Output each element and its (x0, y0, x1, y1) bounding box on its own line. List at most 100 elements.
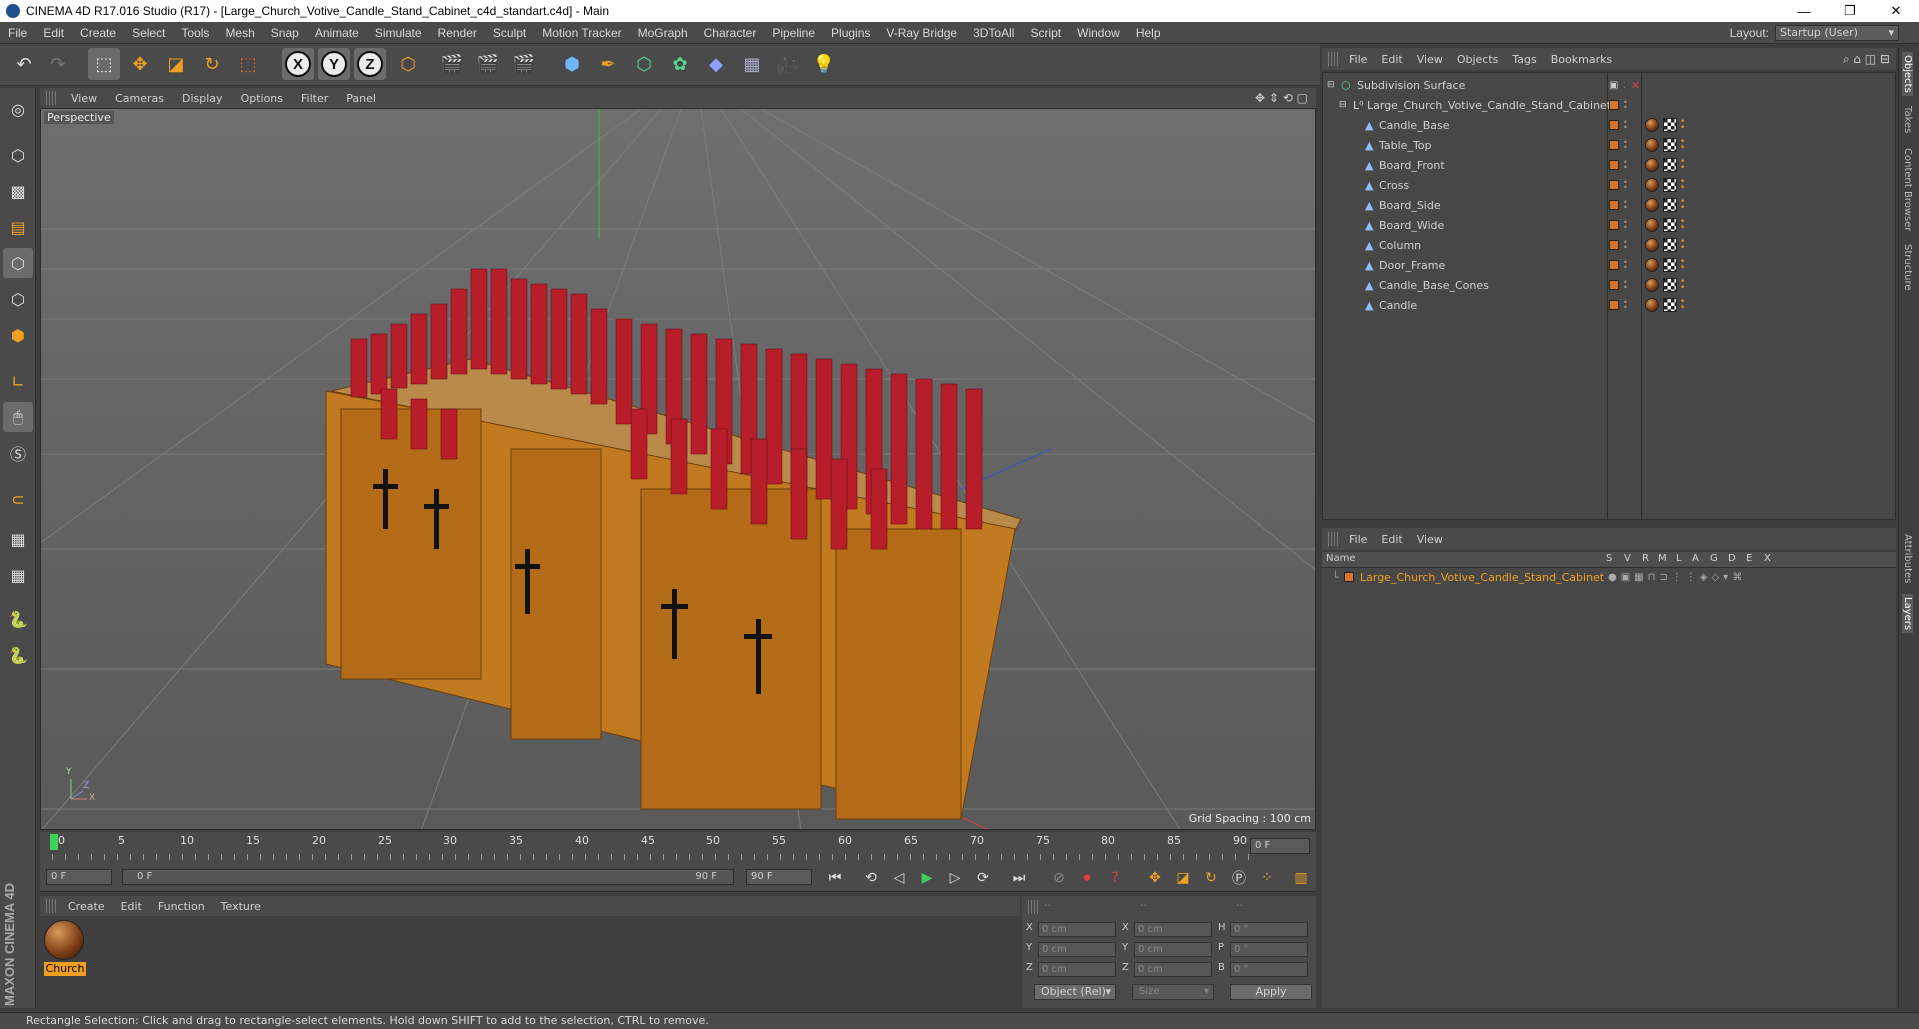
selection-tag-icon[interactable]: • • (1680, 118, 1690, 133)
uvw-tag-icon[interactable] (1663, 218, 1677, 232)
undo-button[interactable]: ↶ (8, 48, 40, 80)
visibility-dots-icon[interactable]: ⁚ (1623, 81, 1626, 90)
menu-tools[interactable]: Tools (173, 26, 217, 40)
key-pla-button[interactable]: ⁘ (1256, 867, 1278, 889)
layer-color-swatch[interactable] (1609, 160, 1619, 170)
tweak-mode-button[interactable]: 🖱 (3, 402, 33, 432)
y-axis-button[interactable]: Y (318, 48, 350, 80)
go-to-start-button[interactable]: ⏮ (824, 867, 846, 889)
uvw-tag-icon[interactable] (1663, 158, 1677, 172)
viewport-menu-view[interactable]: View (62, 92, 106, 105)
menu-character[interactable]: Character (696, 26, 765, 40)
menu-3dtoall[interactable]: 3DToAll (965, 26, 1022, 40)
material-menu-texture[interactable]: Texture (213, 900, 269, 913)
play-button[interactable]: ▶ (916, 867, 938, 889)
menu-simulate[interactable]: Simulate (367, 26, 430, 40)
visibility-dots-icon[interactable]: • • (1623, 199, 1629, 212)
timeline-ruler[interactable]: 0 5 10 15 20 25 30 35 40 45 50 55 60 65 … (40, 832, 1316, 862)
menu-motion-tracker[interactable]: Motion Tracker (534, 26, 629, 40)
collapse-icon[interactable]: ⊟ (1327, 80, 1335, 90)
menu-animate[interactable]: Animate (307, 26, 367, 40)
layer-color-swatch[interactable] (1609, 260, 1619, 270)
viewport-nav-icons[interactable]: ✥ ⇕ ⟲ ▢ (1255, 91, 1308, 105)
position-x-field[interactable]: 0 cm (1038, 922, 1116, 937)
position-y-field[interactable]: 0 cm (1038, 942, 1116, 957)
material-menu-function[interactable]: Function (150, 900, 213, 913)
light-button[interactable]: 💡 (808, 48, 840, 80)
points-mode-button[interactable]: ⬡ (3, 248, 33, 278)
size-z-field[interactable]: 0 cm (1134, 962, 1212, 977)
polygons-mode-button[interactable]: ⬢ (3, 320, 33, 350)
tree-row-column[interactable]: ▲ Column • • • • (1323, 235, 1895, 255)
menu-edit[interactable]: Edit (35, 26, 72, 40)
scale-button[interactable]: ◪ (160, 48, 192, 80)
om-menu-edit[interactable]: Edit (1374, 53, 1409, 66)
visibility-dots-icon[interactable]: • • (1623, 159, 1629, 172)
timeline-button[interactable]: ▥ (1290, 867, 1312, 889)
uvw-tag-icon[interactable] (1663, 198, 1677, 212)
menu-mesh[interactable]: Mesh (217, 26, 262, 40)
layer-toggle-icons[interactable]: ●▣▦⊓⊐⋮⋮◈◇▾⌘ (1608, 572, 1746, 583)
menu-help[interactable]: Help (1128, 26, 1169, 40)
uvw-tag-icon[interactable] (1663, 138, 1677, 152)
menu-file[interactable]: File (0, 26, 35, 40)
col-generators[interactable]: G (1710, 553, 1718, 564)
col-solo[interactable]: S (1606, 553, 1612, 564)
tab-structure[interactable]: Structure (1902, 244, 1913, 291)
selection-tag-icon[interactable]: • • (1680, 198, 1690, 213)
om-search-home-icons[interactable]: ⌕ ⌂ ◫ ⊟ (1843, 52, 1890, 67)
layer-color-swatch[interactable] (1609, 200, 1619, 210)
layer-row[interactable]: └ Large_Church_Votive_Candle_Stand_Cabin… (1322, 568, 1894, 586)
tab-attributes[interactable]: Attributes (1902, 534, 1913, 583)
col-deformers[interactable]: D (1728, 553, 1736, 564)
texture-mode-button[interactable]: ▩ (3, 176, 33, 206)
tree-row-cabinet[interactable]: ⊟ L⁰ Large_Church_Votive_Candle_Stand_Ca… (1323, 95, 1895, 115)
layout-dropdown[interactable]: Startup (User) ▾ (1775, 25, 1899, 41)
collapse-icon[interactable]: ⊟ (1339, 100, 1347, 110)
recent-tools-button[interactable]: ⬚ (232, 48, 264, 80)
disabled-x-icon[interactable]: ✕ (1631, 79, 1640, 92)
key-parameter-button[interactable]: Ⓟ (1228, 867, 1250, 889)
material-tag-icon[interactable] (1645, 218, 1659, 232)
position-z-field[interactable]: 0 cm (1038, 962, 1116, 977)
uvw-tag-icon[interactable] (1663, 278, 1677, 292)
material-tag-icon[interactable] (1645, 138, 1659, 152)
x-axis-button[interactable]: X (282, 48, 314, 80)
tab-takes[interactable]: Takes (1902, 106, 1913, 133)
perspective-viewport[interactable]: Perspective Y Z X Grid Spacing : 100 cm (40, 108, 1316, 830)
lm-menu-edit[interactable]: Edit (1374, 533, 1409, 546)
menu-pipeline[interactable]: Pipeline (764, 26, 823, 40)
material-menu-edit[interactable]: Edit (113, 900, 150, 913)
visibility-dots-icon[interactable]: • • (1623, 279, 1629, 292)
z-axis-button[interactable]: Z (354, 48, 386, 80)
maximize-button[interactable]: ❐ (1827, 0, 1873, 22)
col-xref[interactable]: X (1764, 553, 1771, 564)
tree-row-subdivision-surface[interactable]: ⊟ ⬡ Subdivision Surface ▣ ⁚ ✕ (1323, 75, 1895, 95)
uvw-tag-icon[interactable] (1663, 258, 1677, 272)
lm-menu-view[interactable]: View (1410, 533, 1450, 546)
selection-tag-icon[interactable]: • • (1680, 278, 1690, 293)
redo-button[interactable]: ↷ (42, 48, 74, 80)
key-scale-button[interactable]: ◪ (1172, 867, 1194, 889)
selection-tag-icon[interactable]: • • (1680, 298, 1690, 313)
locked-workplane-button[interactable]: ▦ (3, 524, 33, 554)
visibility-dots-icon[interactable]: • • (1623, 259, 1629, 272)
live-selection-button[interactable]: ⬚ (88, 48, 120, 80)
next-frame-button[interactable]: ▷ (944, 867, 966, 889)
selection-tag-icon[interactable]: • • (1680, 138, 1690, 153)
coordinate-system-button[interactable]: ⬡ (392, 48, 424, 80)
viewport-menu-display[interactable]: Display (173, 92, 232, 105)
layer-color-swatch[interactable] (1609, 180, 1619, 190)
menu-window[interactable]: Window (1069, 26, 1128, 40)
col-expressions[interactable]: E (1746, 553, 1752, 564)
current-frame-field[interactable]: 0 F (1250, 838, 1310, 854)
col-animation[interactable]: A (1692, 553, 1699, 564)
subdivision-surface-button[interactable]: ⬡ (628, 48, 660, 80)
layer-color-swatch[interactable] (1609, 140, 1619, 150)
python-button-2[interactable]: 🐍 (3, 640, 33, 670)
visibility-dots-icon[interactable]: • • (1623, 99, 1629, 112)
tree-row-table-top[interactable]: ▲ Table_Top • • • • (1323, 135, 1895, 155)
go-to-end-button[interactable]: ⏭ (1008, 867, 1030, 889)
next-keyframe-button[interactable]: ⟳ (972, 867, 994, 889)
uvw-tag-icon[interactable] (1663, 178, 1677, 192)
